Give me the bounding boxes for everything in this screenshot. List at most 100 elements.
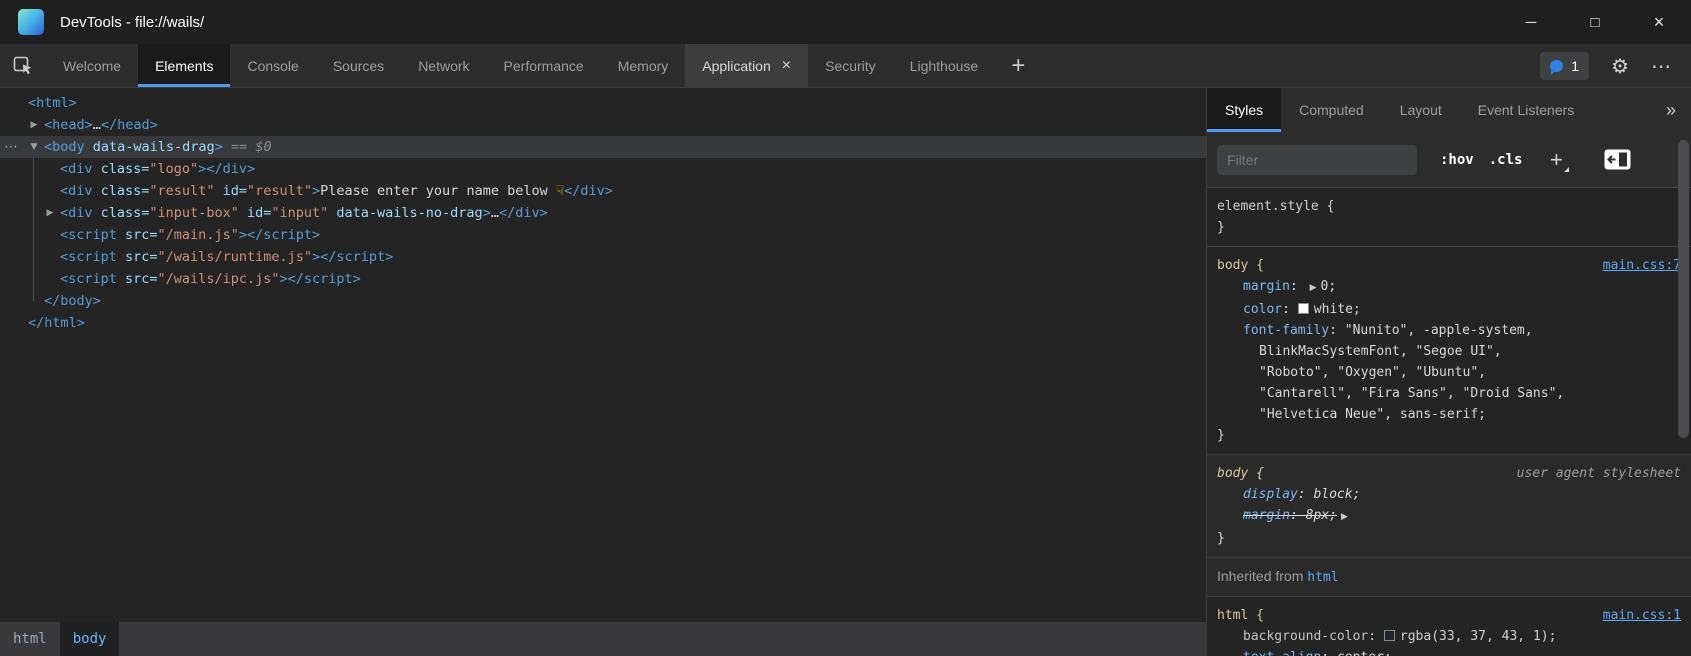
code-attr-value: "/wails/ipc.js" (158, 271, 280, 287)
css-property-name: margin (1243, 508, 1290, 523)
rule-close-brace: } (1217, 425, 1681, 446)
pointing-down-emoji: ☟ (556, 183, 564, 199)
tab-console[interactable]: Console (230, 44, 315, 87)
rule-header: body { main.css:7 (1217, 255, 1681, 276)
css-property-value: center; (1337, 650, 1392, 656)
css-property[interactable]: font-family: "Nunito", -apple-system, (1217, 320, 1681, 341)
expand-shorthand-icon[interactable]: ▶ (1310, 278, 1317, 299)
css-colon: : (1290, 279, 1306, 294)
close-button[interactable]: × (1627, 0, 1691, 44)
title-bar: DevTools - file://wails/ ─ □ × (0, 0, 1691, 44)
panel-tabs: WelcomeElementsConsoleSourcesNetworkPerf… (46, 44, 995, 87)
tab-memory[interactable]: Memory (601, 44, 686, 87)
breadcrumb-item-html[interactable]: html (0, 622, 60, 656)
rule-selector[interactable]: body { (1217, 258, 1264, 273)
settings-gear-icon[interactable]: ⚙ (1611, 54, 1629, 78)
add-tab-button[interactable]: + (995, 44, 1041, 87)
stylesheet-link[interactable]: main.css:1 (1603, 605, 1681, 626)
code-attribute: src= (117, 249, 158, 265)
code-attr-value: "input" (271, 205, 328, 221)
style-filter-input[interactable] (1217, 145, 1417, 175)
code-tag: </html> (28, 315, 85, 331)
maximize-button[interactable]: □ (1563, 0, 1627, 44)
tab-lighthouse[interactable]: Lighthouse (893, 44, 996, 87)
css-property-name: text-align (1243, 650, 1321, 656)
inspect-element-button[interactable] (0, 44, 46, 87)
css-property-name: color (1243, 302, 1282, 317)
sidebar-scrollbar-thumb[interactable] (1678, 140, 1689, 438)
code-text: … (93, 117, 101, 133)
dom-tree-row[interactable]: <script src="/wails/runtime.js"></script… (0, 246, 1206, 268)
css-property[interactable]: margin: ▶0; (1217, 276, 1681, 299)
dom-tree-row[interactable]: </html> (0, 312, 1206, 334)
breadcrumb: htmlbody (0, 622, 1206, 656)
code-tag: <div (60, 161, 93, 177)
dom-tree-row[interactable]: <script src="/main.js"></script> (0, 224, 1206, 246)
color-swatch[interactable] (1384, 630, 1395, 641)
stylesheet-link[interactable]: main.css:7 (1603, 255, 1681, 276)
tab-network[interactable]: Network (401, 44, 486, 87)
code-tag: <script (60, 271, 117, 287)
css-property[interactable]: margin: 8px;▶ (1217, 505, 1681, 528)
css-property[interactable]: display: block; (1217, 484, 1681, 505)
color-swatch[interactable] (1298, 303, 1309, 314)
css-property[interactable]: color: white; (1217, 299, 1681, 320)
collapsed-arrow-icon[interactable]: ▶ (28, 114, 40, 136)
dom-tree-row[interactable]: <div class="result" id="result">Please e… (0, 180, 1206, 202)
sidebar-tab-computed[interactable]: Computed (1281, 88, 1382, 132)
collapsed-arrow-icon[interactable]: ▶ (44, 202, 56, 224)
dom-tree-row[interactable]: <div class="logo"></div> (0, 158, 1206, 180)
devtools-content: <html>▶<head>…</head>⋯▼<body data-wails-… (0, 88, 1691, 656)
css-property[interactable]: text-align: center; (1217, 647, 1681, 656)
rule-selector[interactable]: body { (1217, 466, 1264, 481)
rule-selector[interactable]: html { (1217, 608, 1264, 623)
code-text: … (491, 205, 499, 221)
expanded-arrow-icon[interactable]: ▼ (28, 136, 40, 158)
style-rule: body { main.css:7margin: ▶0;color: white;… (1207, 247, 1691, 455)
issues-counter-button[interactable]: 1 (1540, 52, 1589, 80)
new-style-rule-button[interactable]: + (1541, 146, 1571, 174)
tab-overflow-chevron-icon[interactable]: » (1651, 88, 1691, 132)
tab-performance[interactable]: Performance (487, 44, 601, 87)
css-colon: : (1290, 508, 1306, 523)
row-actions-icon[interactable]: ⋯ (4, 136, 18, 158)
code-attribute: id= (239, 205, 272, 221)
dom-tree-row[interactable]: </body> (0, 290, 1206, 312)
tab-sources[interactable]: Sources (316, 44, 401, 87)
expand-shorthand-icon[interactable]: ▶ (1341, 507, 1348, 528)
css-colon: : (1321, 650, 1337, 656)
sidebar-tabs: StylesComputedLayoutEvent Listeners (1207, 88, 1592, 132)
sidebar-tab-styles[interactable]: Styles (1207, 88, 1281, 132)
inherited-node-link[interactable]: html (1307, 570, 1338, 585)
breadcrumb-item-body[interactable]: body (60, 622, 120, 656)
code-attr-value: "/main.js" (158, 227, 239, 243)
dom-tree-row[interactable]: ▶<div class="input-box" id="input" data-… (0, 202, 1206, 224)
dom-tree-row[interactable]: <script src="/wails/ipc.js"></script> (0, 268, 1206, 290)
css-property-name: background-color (1243, 629, 1368, 644)
pseudo-state-toggle[interactable]: :hov (1440, 152, 1474, 168)
tab-application[interactable]: Application× (685, 44, 808, 87)
style-rule: body {user agent stylesheetdisplay: bloc… (1207, 455, 1691, 558)
code-tag: </div> (206, 161, 255, 177)
sidebar-tab-event-listeners[interactable]: Event Listeners (1460, 88, 1593, 132)
code-attribute: data-wails-drag (85, 139, 215, 155)
close-tab-icon[interactable]: × (782, 57, 791, 75)
window-controls: ─ □ × (1499, 0, 1691, 44)
code-tag: > (239, 227, 247, 243)
sidebar-tab-layout[interactable]: Layout (1382, 88, 1460, 132)
tab-welcome[interactable]: Welcome (46, 44, 138, 87)
dom-tree-row[interactable]: ⋯▼<body data-wails-drag> == $0 (0, 136, 1206, 158)
minimize-button[interactable]: ─ (1499, 0, 1563, 44)
code-tag: <div (60, 183, 93, 199)
more-options-icon[interactable]: ⋯ (1651, 54, 1671, 78)
computed-sidebar-toggle-button[interactable] (1604, 149, 1631, 170)
dom-tree: <html>▶<head>…</head>⋯▼<body data-wails-… (0, 88, 1206, 622)
dom-tree-row[interactable]: <html> (0, 92, 1206, 114)
dom-tree-row[interactable]: ▶<head>…</head> (0, 114, 1206, 136)
rule-selector[interactable]: element.style { (1217, 199, 1334, 214)
tab-security[interactable]: Security (808, 44, 893, 87)
element-class-toggle[interactable]: .cls (1489, 152, 1523, 168)
tab-elements[interactable]: Elements (138, 44, 230, 87)
css-value-continuation: BlinkMacSystemFont, "Segoe UI", (1217, 341, 1681, 362)
css-property[interactable]: background-color: rgba(33, 37, 43, 1); (1217, 626, 1681, 647)
